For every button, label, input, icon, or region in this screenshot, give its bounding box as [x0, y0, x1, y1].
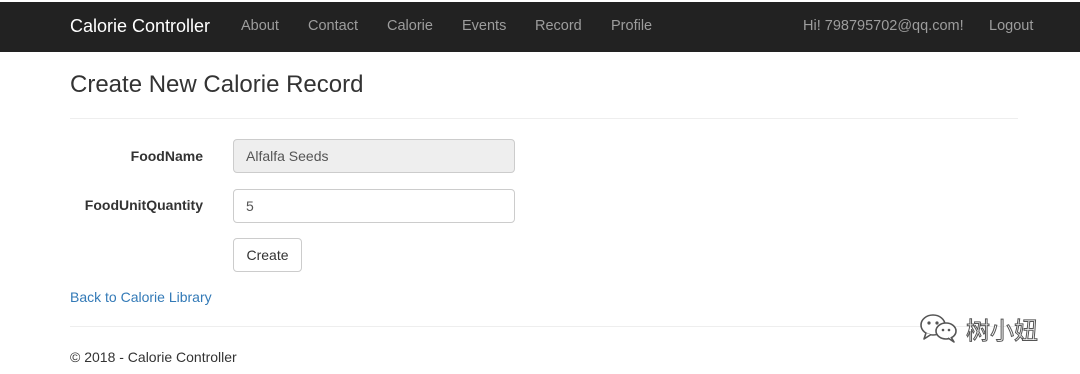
- back-to-library-link[interactable]: Back to Calorie Library: [70, 289, 212, 305]
- quantity-field[interactable]: [233, 189, 515, 223]
- nav-record[interactable]: Record: [535, 18, 582, 34]
- footer-copyright: © 2018 - Calorie Controller: [70, 349, 237, 365]
- nav-about[interactable]: About: [241, 18, 279, 34]
- create-button[interactable]: Create: [233, 238, 302, 272]
- watermark-text: 树小妞: [966, 316, 1039, 345]
- page-title: Create New Calorie Record: [70, 71, 364, 98]
- top-navbar: Calorie Controller About Contact Calorie…: [0, 2, 1080, 52]
- title-divider: [70, 118, 1018, 119]
- nav-events[interactable]: Events: [462, 18, 506, 34]
- food-name-label: FoodName: [130, 148, 203, 164]
- user-greeting-link[interactable]: Hi! 798795702@qq.com!: [803, 18, 964, 34]
- nav-contact[interactable]: Contact: [308, 18, 358, 34]
- wechat-icon: [920, 314, 957, 343]
- brand-link[interactable]: Calorie Controller: [70, 16, 210, 37]
- nav-profile[interactable]: Profile: [611, 18, 652, 34]
- logout-link[interactable]: Logout: [989, 18, 1033, 34]
- food-name-field[interactable]: [233, 139, 515, 173]
- quantity-label: FoodUnitQuantity: [84, 197, 203, 213]
- footer-divider: [70, 326, 1018, 327]
- watermark: 树小妞: [918, 312, 1039, 345]
- nav-calorie[interactable]: Calorie: [387, 18, 433, 34]
